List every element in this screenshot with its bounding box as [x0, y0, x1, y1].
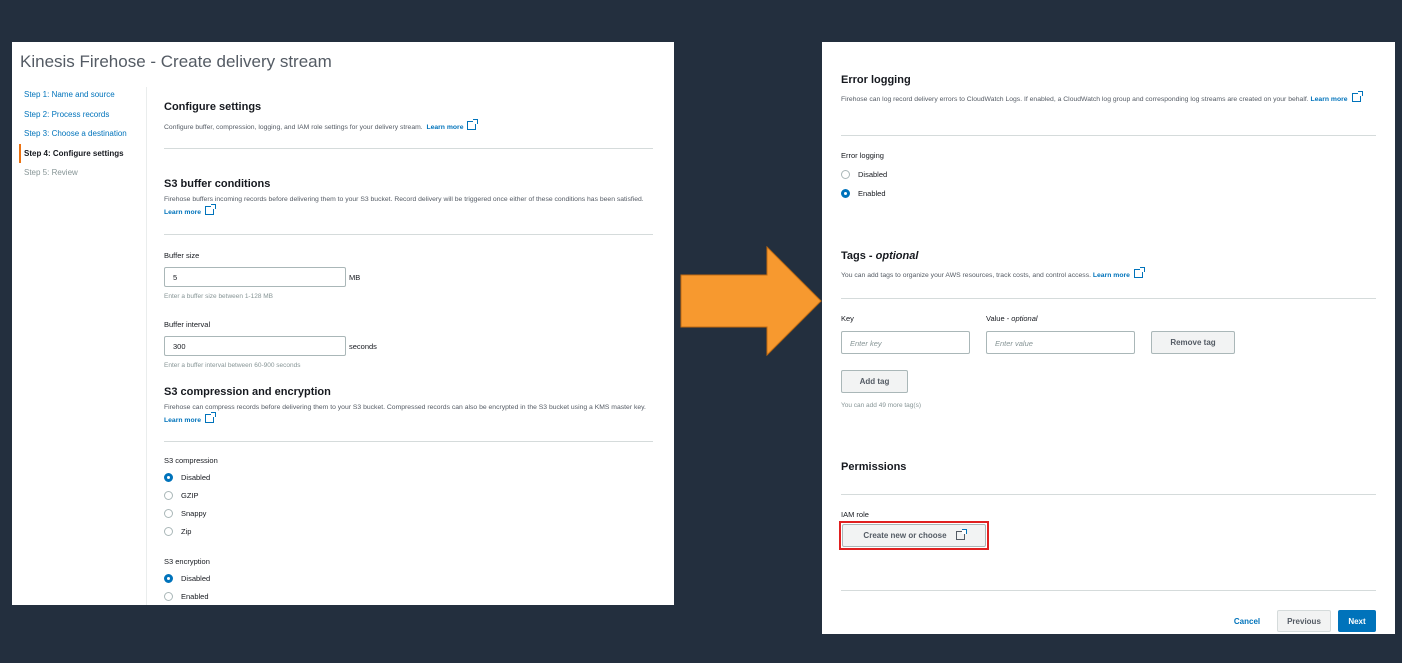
external-link-icon	[205, 204, 217, 215]
buffer-size-input[interactable]: 5	[164, 267, 346, 287]
tag-value-label: Value - optional	[986, 314, 1038, 323]
radio-selected-icon	[841, 189, 850, 198]
previous-button[interactable]: Previous	[1277, 610, 1331, 632]
compression-option-disabled[interactable]: Disabled	[164, 473, 210, 482]
buffer-heading: S3 buffer conditions	[164, 178, 271, 190]
divider	[164, 441, 653, 442]
compression-option-snappy[interactable]: Snappy	[164, 509, 206, 518]
compression-option-zip[interactable]: Zip	[164, 527, 191, 536]
divider	[164, 148, 653, 149]
learn-more-link[interactable]: Learn more	[1311, 91, 1363, 103]
nav-step-2[interactable]: Step 2: Process records	[19, 105, 147, 125]
tags-heading: Tags - optional	[841, 250, 919, 262]
external-link-icon	[205, 412, 217, 423]
external-link-icon	[1351, 91, 1363, 102]
buffer-size-label: Buffer size	[164, 251, 200, 260]
iam-role-label: IAM role	[841, 510, 869, 519]
divider	[841, 494, 1376, 495]
error-logging-heading: Error logging	[841, 74, 911, 86]
buffer-size-hint: Enter a buffer size between 1-128 MB	[164, 293, 273, 300]
radio-icon	[164, 491, 173, 500]
learn-more-link[interactable]: Learn more	[164, 204, 217, 216]
remove-tag-button[interactable]: Remove tag	[1151, 331, 1235, 354]
nav-divider	[146, 87, 147, 605]
page-title: Kinesis Firehose - Create delivery strea…	[20, 52, 332, 71]
buffer-interval-unit: seconds	[349, 342, 377, 351]
radio-icon	[164, 509, 173, 518]
configure-settings-description: Configure buffer, compression, logging, …	[164, 119, 654, 134]
encryption-option-disabled[interactable]: Disabled	[164, 574, 210, 583]
divider	[841, 135, 1376, 136]
configure-settings-heading: Configure settings	[164, 101, 262, 113]
s3-encryption-label: S3 encryption	[164, 557, 210, 566]
external-link-icon	[1133, 267, 1145, 278]
radio-selected-icon	[164, 574, 173, 583]
error-logging-label: Error logging	[841, 151, 884, 160]
learn-more-link[interactable]: Learn more	[164, 412, 217, 424]
external-link-icon	[467, 119, 479, 130]
compression-heading: S3 compression and encryption	[164, 386, 331, 398]
divider	[841, 590, 1376, 591]
error-logging-option-disabled[interactable]: Disabled	[841, 170, 887, 179]
divider	[164, 234, 653, 235]
wizard-steps-nav: Step 1: Name and source Step 2: Process …	[19, 85, 147, 183]
divider	[841, 298, 1376, 299]
learn-more-link[interactable]: Learn more	[1093, 267, 1145, 279]
radio-selected-icon	[164, 473, 173, 482]
buffer-description: Firehose buffers incoming records before…	[164, 196, 644, 216]
cancel-button[interactable]: Cancel	[1226, 610, 1268, 632]
error-logging-description: Firehose can log record delivery errors …	[841, 91, 1376, 106]
nav-step-5: Step 5: Review	[24, 168, 78, 177]
radio-icon	[164, 527, 173, 536]
add-tag-button[interactable]: Add tag	[841, 370, 908, 393]
configure-settings-panel-continued: Error logging Firehose can log record de…	[822, 42, 1395, 634]
permissions-heading: Permissions	[841, 461, 907, 473]
s3-compression-label: S3 compression	[164, 456, 218, 465]
buffer-interval-input[interactable]: 300	[164, 336, 346, 356]
learn-more-link[interactable]: Learn more	[426, 119, 479, 131]
error-logging-option-enabled[interactable]: Enabled	[841, 189, 886, 198]
compression-description: Firehose can compress records before del…	[164, 404, 646, 424]
nav-step-4[interactable]: Step 4: Configure settings	[19, 143, 147, 163]
tags-description: You can add tags to organize your AWS re…	[841, 267, 1376, 282]
nav-step-3[interactable]: Step 3: Choose a destination	[19, 124, 147, 144]
configure-settings-panel: Kinesis Firehose - Create delivery strea…	[12, 42, 674, 605]
next-arrow-icon	[680, 246, 822, 356]
encryption-option-enabled[interactable]: Enabled	[164, 592, 209, 601]
tag-value-input[interactable]: Enter value	[986, 331, 1135, 354]
buffer-size-unit: MB	[349, 273, 361, 282]
next-button[interactable]: Next	[1338, 610, 1376, 632]
nav-step-1[interactable]: Step 1: Name and source	[19, 85, 147, 105]
radio-icon	[164, 592, 173, 601]
tags-remaining-hint: You can add 49 more tag(s)	[841, 402, 921, 409]
tag-key-label: Key	[841, 314, 854, 323]
highlight-box	[839, 521, 989, 550]
radio-icon	[841, 170, 850, 179]
buffer-interval-hint: Enter a buffer interval between 60-900 s…	[164, 362, 301, 369]
compression-option-gzip[interactable]: GZIP	[164, 491, 199, 500]
buffer-interval-label: Buffer interval	[164, 320, 211, 329]
tag-key-input[interactable]: Enter key	[841, 331, 970, 354]
